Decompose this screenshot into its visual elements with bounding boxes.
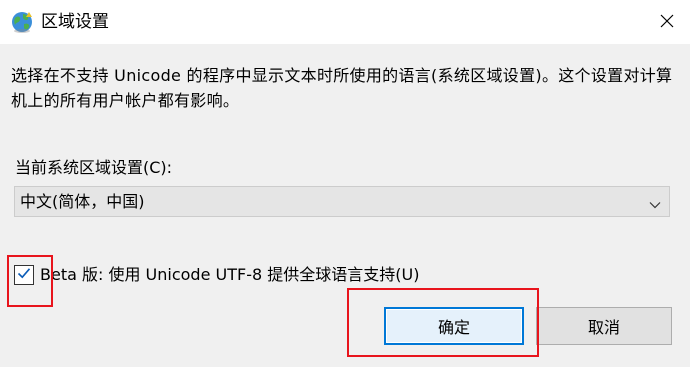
close-icon <box>660 13 674 32</box>
locale-selected-value: 中文(简体，中国) <box>20 192 145 211</box>
close-button[interactable] <box>644 0 690 44</box>
window-title: 区域设置 <box>41 12 109 32</box>
title-bar: 区域设置 <box>0 0 690 44</box>
globe-icon <box>10 9 36 35</box>
ok-button[interactable]: 确定 <box>384 307 524 345</box>
beta-utf8-checkbox[interactable] <box>14 265 34 285</box>
checkmark-icon <box>16 265 32 285</box>
beta-utf8-label: Beta 版: 使用 Unicode UTF-8 提供全球语言支持(U) <box>40 265 420 284</box>
cancel-button[interactable]: 取消 <box>536 307 672 345</box>
locale-label: 当前系统区域设置(C): <box>15 158 173 177</box>
description-text: 选择在不支持 Unicode 的程序中显示文本时所使用的语言(系统区域设置)。这… <box>11 66 673 110</box>
chevron-down-icon <box>649 196 661 209</box>
locale-select[interactable]: 中文(简体，中国) <box>14 186 670 217</box>
